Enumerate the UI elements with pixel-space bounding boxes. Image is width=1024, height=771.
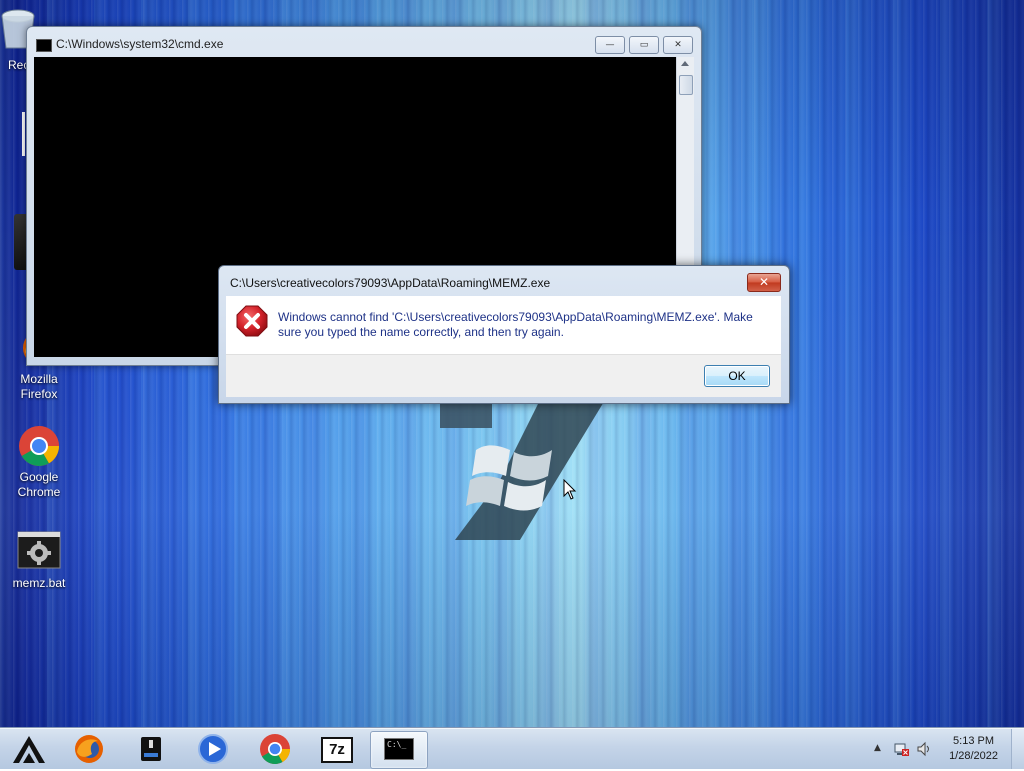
start-logo-icon (13, 736, 45, 763)
windows-7-wallpaper-logo (420, 380, 620, 550)
dialog-close-button[interactable]: ✕ (747, 273, 781, 292)
start-button[interactable] (2, 731, 56, 767)
mouse-cursor-icon (563, 478, 577, 505)
desktop-icon-chrome[interactable]: Google Chrome (4, 424, 74, 500)
error-dialog-title: C:\Users\creativecolors79093\AppData\Roa… (230, 276, 551, 290)
desktop-icon-label: Google Chrome (17, 470, 61, 499)
desktop-icon-label: Mozilla Firefox (20, 372, 58, 401)
error-dialog[interactable]: C:\Users\creativecolors79093\AppData\Roa… (218, 265, 790, 404)
clock-date: 1/28/2022 (949, 750, 998, 762)
scrollbar-thumb[interactable] (679, 75, 693, 95)
taskbar-media-player[interactable] (186, 731, 240, 767)
cmd-icon (36, 39, 52, 52)
7zip-label: 7z (329, 741, 345, 758)
taskbar-drive[interactable] (124, 731, 178, 767)
error-icon (236, 305, 268, 337)
show-desktop-button[interactable] (1011, 729, 1024, 769)
taskbar-cmd[interactable]: C:\_ (370, 731, 428, 769)
error-message: Windows cannot find 'C:\Users\creativeco… (278, 310, 753, 339)
cmd-titlebar[interactable]: C:\Windows\system32\cmd.exe — ▭ ✕ (27, 27, 701, 57)
taskbar-7zip[interactable]: 7z (310, 731, 364, 767)
system-tray: ▲ 5:13 PM 1/28/2022 (864, 729, 1024, 769)
drive-icon (141, 737, 161, 761)
desktop-icon-label: memz.bat (12, 576, 66, 590)
taskbar-firefox[interactable] (62, 731, 116, 767)
maximize-button[interactable]: ▭ (629, 36, 659, 54)
firefox-icon (75, 735, 103, 763)
scroll-up-arrow-icon[interactable] (681, 61, 689, 66)
taskbar-chrome[interactable] (248, 731, 302, 767)
cmd-icon: C:\_ (384, 738, 414, 760)
cmd-icon-text: C:\_ (387, 740, 407, 749)
batch-file-gear-icon (17, 530, 61, 574)
clock-time: 5:13 PM (953, 735, 995, 747)
clock[interactable]: 5:13 PM 1/28/2022 (949, 734, 998, 764)
minimize-button[interactable]: — (595, 36, 625, 54)
desktop-icon-memz-bat[interactable]: memz.bat (4, 530, 74, 591)
error-dialog-footer: OK (226, 354, 781, 397)
taskbar: 7z C:\_ ▲ 5:13 PM 1/28/2022 (0, 728, 1024, 769)
close-button[interactable]: ✕ (663, 36, 693, 54)
network-warning-icon[interactable] (894, 741, 909, 756)
ok-button[interactable]: OK (704, 365, 770, 387)
chrome-icon (260, 734, 290, 765)
desktop-icon-partial-selection (22, 112, 25, 156)
media-player-icon (198, 734, 228, 764)
cmd-window-title: C:\Windows\system32\cmd.exe (56, 37, 224, 51)
show-hidden-icons-chevron-icon[interactable]: ▲ (874, 743, 881, 753)
chrome-icon (17, 424, 61, 468)
7zip-icon: 7z (321, 737, 353, 763)
speaker-volume-icon[interactable] (916, 741, 932, 757)
error-dialog-body: Windows cannot find 'C:\Users\creativeco… (226, 296, 781, 354)
